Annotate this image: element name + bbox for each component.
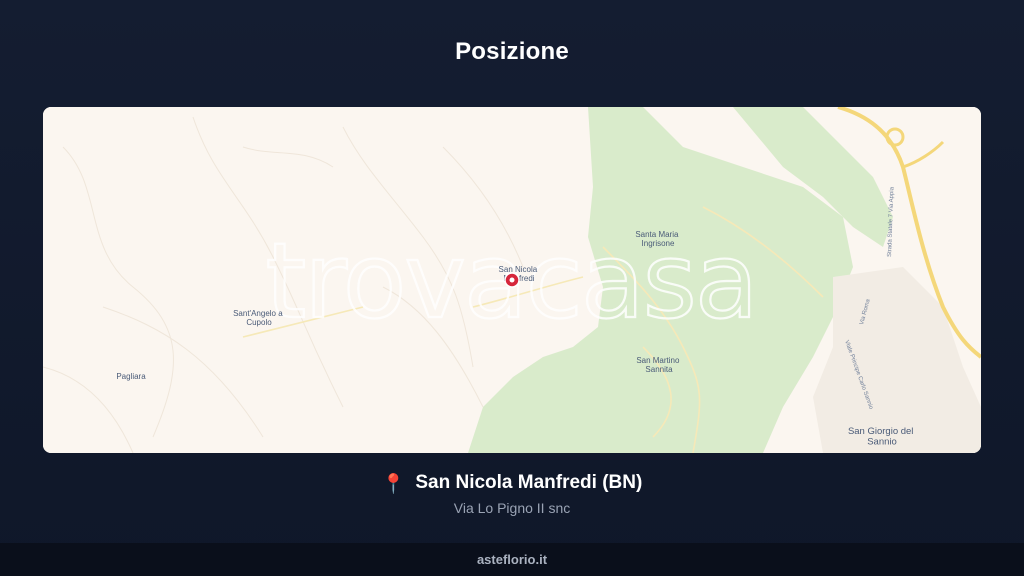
map-canvas[interactable]: Strada Statale 7 Via Appia Via Roma Vial…: [43, 107, 981, 453]
pin-icon: 📍: [381, 474, 406, 495]
footer-site-link[interactable]: asteflorio.it: [477, 552, 547, 567]
location-heading: 📍 San Nicola Manfredi (BN): [0, 472, 1024, 496]
location-marker-icon[interactable]: [504, 272, 520, 288]
footer: asteflorio.it: [0, 543, 1024, 576]
place-label-pagliara: Pagliara: [116, 372, 146, 381]
place-label-santa-maria: Santa Maria Ingrisone: [635, 230, 680, 248]
page-title: Posizione: [455, 38, 569, 65]
location-address: Via Lo Pigno II snc: [453, 500, 571, 516]
map-view[interactable]: Strada Statale 7 Via Appia Via Roma Vial…: [43, 107, 981, 453]
location-name: San Nicola Manfredi (BN): [415, 472, 643, 493]
